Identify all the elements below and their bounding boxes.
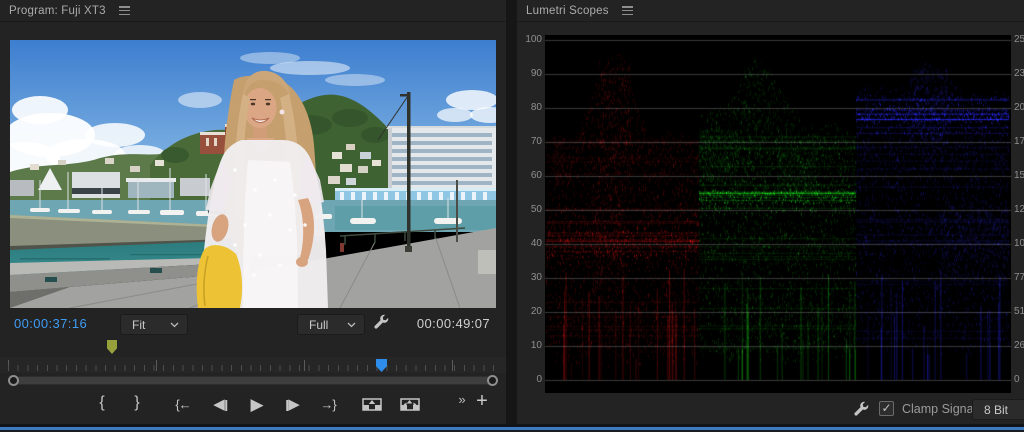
- timeline-scrollbar[interactable]: [8, 375, 498, 386]
- extract-frame-icon: [400, 397, 420, 412]
- small-pole: [456, 180, 458, 242]
- bit-depth-dropdown[interactable]: 8 Bit: [972, 399, 1024, 420]
- scope-axis-label-8bit: 179: [1014, 137, 1024, 147]
- video-scene: [10, 40, 496, 308]
- scope-axis-label-percent: 80: [519, 103, 542, 113]
- play-button[interactable]: ▶: [250, 396, 263, 414]
- hair-clip: [280, 110, 285, 115]
- scope-axis-label-percent: 60: [519, 171, 542, 181]
- waveform-canvas: [545, 35, 1011, 393]
- seawall-vent: [150, 268, 162, 273]
- scope-axis-label-percent: 100: [519, 35, 542, 45]
- lumetri-scopes-panel: Lumetri Scopes 1009080706050403020100 25…: [517, 0, 1024, 424]
- panel-menu-icon[interactable]: [119, 6, 130, 15]
- settings-wrench-icon[interactable]: [373, 313, 390, 335]
- panel-menu-icon[interactable]: [622, 6, 633, 15]
- ruler-ticks-minor: [8, 365, 498, 371]
- program-monitor-panel: Program: Fuji XT3: [0, 0, 506, 424]
- mini-timeline-ruler[interactable]: [0, 357, 506, 373]
- mark-out-button[interactable]: }: [134, 394, 139, 412]
- scope-axis-label-8bit: 26: [1014, 341, 1024, 351]
- scope-axis-label-8bit: 51: [1014, 307, 1024, 317]
- step-back-button[interactable]: ◀: [213, 396, 227, 414]
- scope-axis-label-percent: 70: [519, 137, 542, 147]
- scopes-footer: ✓ Clamp Signal 8 Bit: [517, 397, 1024, 424]
- step-forward-button[interactable]: ▶: [286, 396, 300, 414]
- clamp-signal-label: Clamp Signal: [902, 402, 976, 416]
- scopes-panel-title: Lumetri Scopes: [526, 5, 609, 17]
- scope-axis-label-percent: 10: [519, 341, 542, 351]
- lift-button[interactable]: [362, 397, 382, 412]
- zoom-level-dropdown[interactable]: Fit: [120, 314, 188, 335]
- scope-axis-label-8bit: 204: [1014, 103, 1024, 113]
- mark-in-button[interactable]: {: [99, 394, 104, 412]
- scrollbar-track[interactable]: [8, 376, 498, 385]
- duration-timecode: 00:00:49:07: [417, 316, 490, 331]
- program-panel-title: Program: Fuji XT3: [9, 5, 106, 17]
- lift-frame-icon: [362, 397, 382, 412]
- button-editor-overflow[interactable]: »: [458, 391, 465, 409]
- scopes-panel-header: Lumetri Scopes: [517, 0, 1024, 22]
- scope-axis-label-8bit: 128: [1014, 205, 1024, 215]
- yellow-jacket: [197, 245, 242, 308]
- clamp-signal-checkbox[interactable]: ✓: [879, 401, 894, 416]
- woman-right-hand: [296, 257, 308, 267]
- current-timecode[interactable]: 00:00:37:16: [14, 316, 87, 331]
- scope-axis-label-8bit: 77: [1014, 273, 1024, 283]
- extract-button[interactable]: [400, 397, 420, 412]
- program-video-frame[interactable]: [10, 40, 496, 308]
- woman-slip: [243, 160, 298, 308]
- scrollbar-left-handle[interactable]: [8, 375, 19, 386]
- scope-axis-label-percent: 0: [519, 375, 542, 385]
- timeline-panel-edge: [0, 424, 1024, 432]
- scrollbar-right-handle[interactable]: [487, 375, 498, 386]
- chevron-down-icon: [170, 322, 179, 328]
- scope-axis-label-percent: 30: [519, 273, 542, 283]
- transport-controls: { } {← ◀ ▶ ▶ →} » +: [0, 388, 506, 424]
- scope-axis-label-8bit: 255: [1014, 35, 1024, 45]
- concrete-block: [478, 250, 496, 274]
- scope-axis-label-8bit: 102: [1014, 239, 1024, 249]
- playback-resolution-dropdown[interactable]: Full: [297, 314, 365, 335]
- add-button[interactable]: +: [476, 392, 488, 410]
- go-to-in-button[interactable]: {←: [175, 396, 190, 414]
- scope-axis-label-8bit: 0: [1014, 375, 1024, 385]
- scope-axis-label-percent: 90: [519, 69, 542, 79]
- sequence-marker[interactable]: [107, 340, 117, 354]
- settings-wrench-icon[interactable]: [853, 400, 870, 422]
- chevron-down-icon: [347, 322, 356, 328]
- scope-axis-label-8bit: 153: [1014, 171, 1024, 181]
- scope-axis-label-8bit: 230: [1014, 69, 1024, 79]
- scope-axis-label-percent: 40: [519, 239, 542, 249]
- rgb-parade-waveform[interactable]: [545, 35, 1011, 393]
- scope-axis-label-percent: 20: [519, 307, 542, 317]
- apartment-building: [386, 126, 496, 190]
- seawall-vent: [45, 277, 57, 282]
- scope-axis-label-percent: 50: [519, 205, 542, 215]
- program-controls-row: 00:00:37:16 Fit Full 00:00:49:07: [0, 312, 506, 338]
- go-to-out-button[interactable]: →}: [320, 396, 335, 414]
- bollard: [340, 243, 344, 252]
- program-panel-header: Program: Fuji XT3: [0, 0, 506, 22]
